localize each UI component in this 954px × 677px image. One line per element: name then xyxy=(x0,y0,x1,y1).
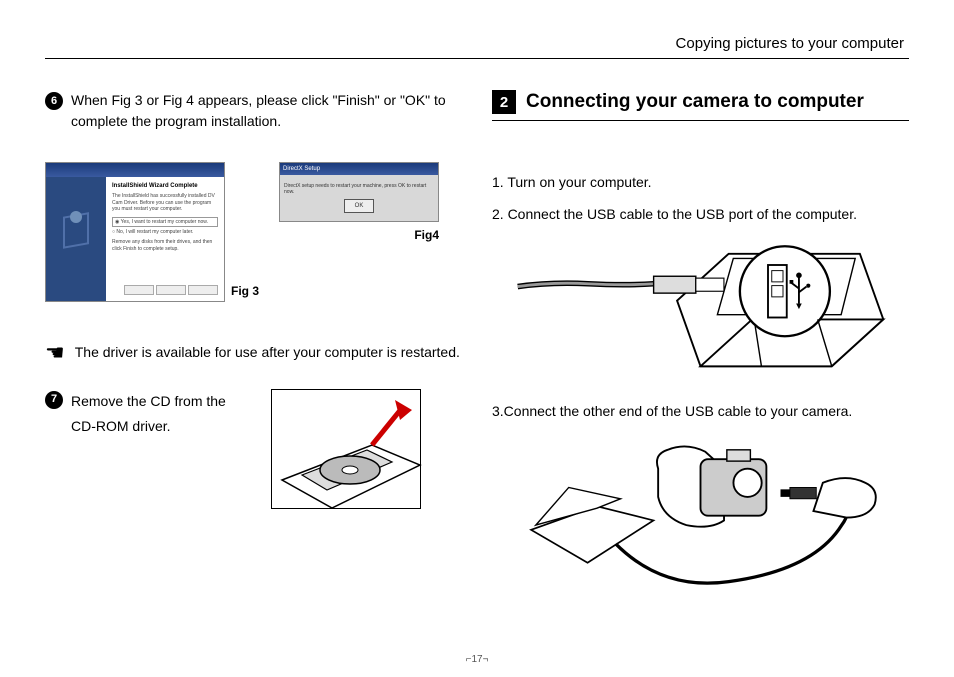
fig4-screenshot: DirectX Setup DirectX setup needs to res… xyxy=(279,162,439,222)
step-7-text: Remove the CD from the CD-ROM driver. xyxy=(71,389,241,439)
usb-laptop-illustration xyxy=(492,235,909,385)
fig3-win-title: InstallShield Wizard Complete xyxy=(112,183,218,189)
camera-connection-illustration xyxy=(492,431,909,591)
fig3-opt1: ◉ Yes, I want to restart my computer now… xyxy=(112,217,218,227)
fig3-back-button xyxy=(124,285,154,295)
right-column: 2 Connecting your camera to computer 1. … xyxy=(492,90,909,591)
right-step-1: 1. Turn on your computer. xyxy=(492,171,909,195)
fig4-body-text: DirectX setup needs to restart your mach… xyxy=(284,183,434,195)
page-number: ⌐17¬ xyxy=(466,654,489,665)
pointing-hand-icon: ☚ xyxy=(45,342,65,364)
section-2-heading: 2 Connecting your camera to computer xyxy=(492,90,909,114)
step-6-bullet: 6 xyxy=(45,92,63,110)
fig4-ok-button: OK xyxy=(344,199,374,213)
section-2-number: 2 xyxy=(492,90,516,114)
restart-note-text: The driver is available for use after yo… xyxy=(75,342,460,363)
right-step-2: 2. Connect the USB cable to the USB port… xyxy=(492,203,909,227)
fig4-caption: Fig4 xyxy=(414,228,439,242)
restart-note: ☚ The driver is available for use after … xyxy=(45,342,462,364)
fig4-win-title: DirectX Setup xyxy=(280,163,438,175)
step-7-row: 7 Remove the CD from the CD-ROM driver. xyxy=(45,389,462,509)
header-rule xyxy=(45,58,909,59)
right-step-3: 3.Connect the other end of the USB cable… xyxy=(492,400,909,424)
step-7-bullet: 7 xyxy=(45,391,63,409)
section-rule xyxy=(492,120,909,121)
fig3-cancel-button xyxy=(188,285,218,295)
cdrom-illustration xyxy=(271,389,421,509)
figures-row: InstallShield Wizard Complete The Instal… xyxy=(45,162,462,302)
fig3-body2: Remove any disks from their drives, and … xyxy=(112,239,218,252)
page-header-title: Copying pictures to your computer xyxy=(676,35,904,52)
step-6-text: When Fig 3 or Fig 4 appears, please clic… xyxy=(71,90,462,132)
step-6: 6 When Fig 3 or Fig 4 appears, please cl… xyxy=(45,90,462,132)
fig3-caption: Fig 3 xyxy=(231,284,259,298)
left-column: 6 When Fig 3 or Fig 4 appears, please cl… xyxy=(45,90,462,591)
fig3-finish-button xyxy=(156,285,186,295)
fig3-body1: The InstallShield has successfully insta… xyxy=(112,193,218,213)
section-2-title: Connecting your camera to computer xyxy=(526,91,864,113)
fig3-opt2: ○ No, I will restart my computer later. xyxy=(112,229,218,236)
fig3-screenshot: InstallShield Wizard Complete The Instal… xyxy=(45,162,225,302)
